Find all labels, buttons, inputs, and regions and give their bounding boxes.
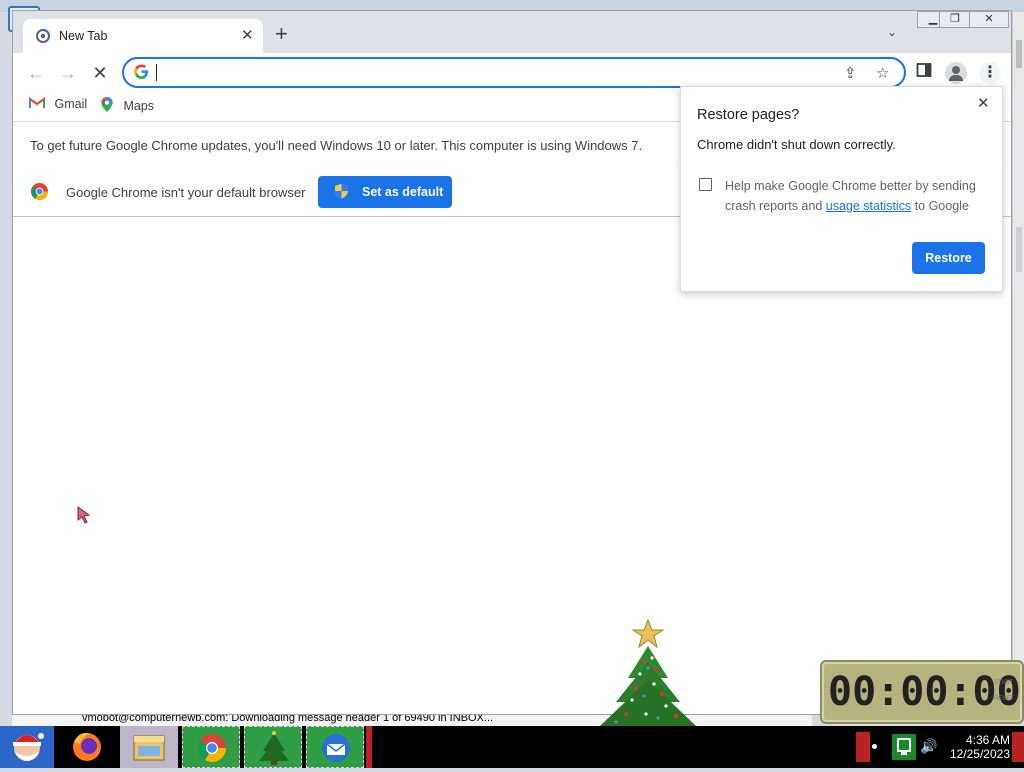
bookmark-star-icon[interactable]: ☆ [876, 64, 889, 82]
restore-pages-dialog: Restore pages? ✕ Chrome didn't shut down… [680, 86, 1003, 292]
chrome-menu-icon[interactable]: ⋮ [979, 62, 1001, 84]
loading-icon [36, 29, 50, 43]
file-explorer-icon [133, 735, 165, 761]
scrollbar-thumb-secondary[interactable] [1016, 227, 1022, 272]
tray-date: 12/25/2023 [949, 747, 1010, 761]
default-browser-text: Google Chrome isn't your default browser [66, 185, 306, 200]
xmas-tree-icon [259, 731, 289, 765]
uac-shield-icon [335, 183, 348, 199]
crash-report-checkbox[interactable] [699, 178, 712, 191]
bookmark-maps[interactable]: Maps [101, 97, 154, 115]
tray-time: 4:36 AM [965, 733, 1010, 747]
bookmark-label: Gmail [54, 97, 88, 111]
new-tab-button[interactable]: + [275, 23, 288, 45]
share-icon[interactable]: ⇪ [844, 64, 857, 82]
start-button[interactable] [0, 726, 54, 768]
forward-arrow-icon[interactable]: → [57, 62, 79, 84]
tray-dot-icon[interactable] [872, 744, 877, 749]
thunderbird-icon [322, 734, 350, 762]
set-as-default-label: Set as default [362, 185, 444, 199]
reset-button[interactable]: RESET [994, 696, 1014, 702]
close-tab-icon[interactable]: ✕ [241, 26, 254, 44]
santa-start-icon [13, 733, 44, 761]
crash-report-text-end: to Google [911, 199, 969, 213]
scrollbar-thumb[interactable] [1016, 40, 1022, 68]
mouse-cursor-icon [77, 506, 91, 524]
taskbar-chrome[interactable] [182, 726, 240, 768]
tray-divider [856, 732, 870, 762]
address-input[interactable] [160, 61, 824, 83]
christmas-tree-icon [600, 618, 696, 726]
taskbar-firefox[interactable] [60, 726, 114, 768]
update-infobar-text: To get future Google Chrome updates, you… [30, 138, 643, 153]
chrome-logo-icon [31, 183, 48, 200]
tab-title: New Tab [59, 29, 108, 43]
gmail-icon [29, 97, 45, 108]
close-dialog-icon[interactable]: ✕ [977, 94, 990, 112]
stop-loading-icon[interactable]: ✕ [89, 62, 111, 84]
taskbar-xmas-tree[interactable] [244, 726, 302, 768]
stopwatch-time: 00:00:00 [828, 669, 1021, 715]
google-g-icon [134, 64, 149, 79]
close-window-button[interactable]: ✕ [969, 11, 1009, 28]
maps-pin-icon [101, 97, 113, 112]
tab-search-chevron-icon[interactable]: ⌄ [887, 25, 897, 39]
dialog-subtitle: Chrome didn't shut down correctly. [697, 137, 896, 152]
tab-strip: New Tab ✕ + ⌄ ▁ ❐ ✕ [13, 11, 1011, 53]
bookmark-label: Maps [123, 99, 155, 113]
chrome-icon [198, 734, 226, 762]
start-button[interactable]: START [994, 680, 1013, 686]
back-arrow-icon[interactable]: ← [25, 62, 47, 84]
network-tray-icon[interactable] [892, 734, 916, 760]
taskbar-file-explorer[interactable] [120, 726, 178, 768]
usage-statistics-link[interactable]: usage statistics [826, 199, 911, 213]
bookmark-gmail[interactable]: Gmail [29, 97, 87, 115]
background-window-scrollbar[interactable] [1012, 12, 1024, 712]
taskbar: 🔊 4:36 AM 12/25/2023 [0, 726, 1024, 768]
side-panel-icon[interactable] [916, 62, 932, 83]
volume-icon[interactable]: 🔊 [920, 738, 937, 755]
tray-clock[interactable]: 4:36 AM 12/25/2023 [944, 733, 1010, 761]
dialog-title: Restore pages? [697, 107, 800, 123]
set-as-default-button[interactable]: Set as default [318, 176, 452, 208]
taskbar-thunderbird[interactable] [306, 726, 364, 768]
tab-new-tab[interactable]: New Tab ✕ [23, 19, 263, 53]
address-bar[interactable]: ⇪ ☆ [122, 57, 906, 88]
maximize-button[interactable]: ❐ [939, 11, 971, 28]
show-desktop-button[interactable] [1012, 732, 1024, 762]
firefox-icon [73, 733, 101, 761]
taskbar-divider [366, 726, 372, 768]
address-caret [156, 64, 157, 81]
profile-avatar-icon[interactable] [945, 62, 967, 84]
restore-button[interactable]: Restore [912, 242, 985, 274]
crash-report-label: Help make Google Chrome better by sendin… [725, 176, 985, 216]
stopwatch-widget[interactable]: 00:00:00 START RESET [820, 660, 1024, 724]
